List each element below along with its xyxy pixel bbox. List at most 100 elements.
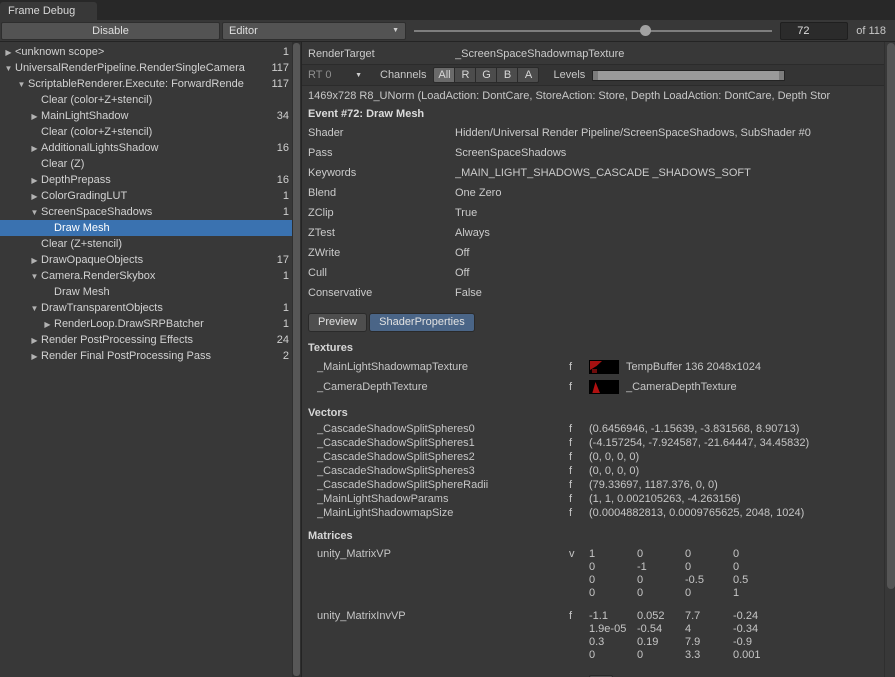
vector-row: _CascadeShadowSplitSpheres2 f (0, 0, 0, … xyxy=(302,450,895,464)
matrix-cell: 7.7 xyxy=(685,610,733,623)
chevron-down-icon[interactable]: ▼ xyxy=(28,208,41,217)
matrix-cell: 0 xyxy=(589,561,637,574)
render-target-label: RenderTarget xyxy=(308,48,455,60)
property-row: Keywords _MAIN_LIGHT_SHADOWS_CASCADE _SH… xyxy=(302,163,895,183)
tree-row[interactable]: ▶ DrawOpaqueObjects 17 xyxy=(0,252,301,268)
matrix-cell: -0.9 xyxy=(733,636,781,649)
chevron-down-icon[interactable]: ▼ xyxy=(15,80,28,89)
tree-row[interactable]: ▼ UniversalRenderPipeline.RenderSingleCa… xyxy=(0,60,301,76)
chevron-down-icon[interactable]: ▼ xyxy=(28,304,41,313)
channels-label: Channels xyxy=(380,69,426,81)
tree-item-count: 24 xyxy=(277,334,289,346)
property-row: ZWrite Off xyxy=(302,243,895,263)
tree-row[interactable]: Clear (color+Z+stencil) xyxy=(0,124,301,140)
tree-row[interactable]: Clear (Z+stencil) xyxy=(0,236,301,252)
tab-shader-properties[interactable]: ShaderProperties xyxy=(369,313,475,332)
matrix-name: unity_MatrixInvVP xyxy=(317,610,569,622)
channel-b-button[interactable]: B xyxy=(496,67,518,83)
chevron-down-icon[interactable]: ▼ xyxy=(2,64,15,73)
tree-scrollbar-thumb[interactable] xyxy=(293,43,300,676)
details-scrollbar[interactable] xyxy=(884,42,895,677)
tree-row[interactable]: ▶ MainLightShadow 34 xyxy=(0,108,301,124)
vector-flag: f xyxy=(569,465,589,477)
property-label: Blend xyxy=(308,187,455,199)
tree-row[interactable]: Draw Mesh xyxy=(0,284,301,300)
vector-row: _CascadeShadowSplitSpheres1 f (-4.157254… xyxy=(302,436,895,450)
property-value: False xyxy=(455,287,881,299)
property-value: Off xyxy=(455,267,881,279)
matrix-cell: 0.3 xyxy=(589,636,637,649)
tree-item-count: 34 xyxy=(277,110,289,122)
property-label: Cull xyxy=(308,267,455,279)
texture-name: _CameraDepthTexture xyxy=(317,381,569,393)
tree-scrollbar[interactable] xyxy=(292,42,301,677)
chevron-right-icon[interactable]: ▶ xyxy=(28,256,41,265)
frame-slider[interactable] xyxy=(414,22,772,40)
tree-item-label: ScriptableRenderer.Execute: ForwardRende xyxy=(28,78,271,90)
chevron-right-icon[interactable]: ▶ xyxy=(41,320,54,329)
channel-all-button[interactable]: All xyxy=(433,67,455,83)
disable-button[interactable]: Disable xyxy=(1,22,220,40)
tree-row-selected[interactable]: Draw Mesh xyxy=(0,220,301,236)
vector-value: (0.6456946, -1.15639, -3.831568, 8.90713… xyxy=(589,423,799,435)
levels-label: Levels xyxy=(553,69,585,81)
tree-row[interactable]: ▶ AdditionalLightsShadow 16 xyxy=(0,140,301,156)
tree-row[interactable]: ▶ DepthPrepass 16 xyxy=(0,172,301,188)
window-tab-frame-debug[interactable]: Frame Debug xyxy=(0,2,97,20)
chevron-down-icon[interactable]: ▼ xyxy=(28,272,41,281)
tree-item-label: DrawTransparentObjects xyxy=(41,302,283,314)
slider-handle[interactable] xyxy=(640,25,651,36)
tab-preview[interactable]: Preview xyxy=(308,313,367,332)
tree-row[interactable]: ▶ ColorGradingLUT 1 xyxy=(0,188,301,204)
texture-flag: f xyxy=(569,361,589,373)
render-target-row: RenderTarget _ScreenSpaceShadowmapTextur… xyxy=(302,44,895,64)
chevron-right-icon[interactable]: ▶ xyxy=(28,144,41,153)
vector-name: _CascadeShadowSplitSphereRadii xyxy=(317,479,569,491)
chevron-right-icon[interactable]: ▶ xyxy=(28,352,41,361)
window-tab-bar: Frame Debug xyxy=(0,0,895,20)
slider-track xyxy=(414,30,772,32)
channel-g-button[interactable]: G xyxy=(475,67,497,83)
tree-row[interactable]: Clear (Z) xyxy=(0,156,301,172)
tree-row[interactable]: ▶ <unknown scope> 1 xyxy=(0,44,301,60)
channel-r-button[interactable]: R xyxy=(454,67,476,83)
texture-thumbnail[interactable] xyxy=(589,360,619,374)
tree-row[interactable]: ▶ Render Final PostProcessing Pass 2 xyxy=(0,348,301,364)
tree-row[interactable]: Clear (color+Z+stencil) xyxy=(0,92,301,108)
property-label: Pass xyxy=(308,147,455,159)
chevron-right-icon[interactable]: ▶ xyxy=(28,112,41,121)
tree-row[interactable]: ▶ Render PostProcessing Effects 24 xyxy=(0,332,301,348)
levels-slider[interactable] xyxy=(592,70,785,81)
frame-number-field[interactable] xyxy=(780,22,848,40)
vector-flag: f xyxy=(569,451,589,463)
target-dropdown[interactable]: Editor ▼ xyxy=(222,22,406,40)
vector-name: _CascadeShadowSplitSpheres0 xyxy=(317,423,569,435)
chevron-right-icon[interactable]: ▶ xyxy=(2,48,15,57)
matrix-cell: 0 xyxy=(685,561,733,574)
vector-flag: f xyxy=(569,479,589,491)
property-row: Conservative False xyxy=(302,283,895,303)
tree-row[interactable]: ▼ DrawTransparentObjects 1 xyxy=(0,300,301,316)
tree-row[interactable]: ▶ RenderLoop.DrawSRPBatcher 1 xyxy=(0,316,301,332)
channel-a-button[interactable]: A xyxy=(517,67,539,83)
texture-thumbnail[interactable] xyxy=(589,380,619,394)
tree-row[interactable]: ▼ ScreenSpaceShadows 1 xyxy=(0,204,301,220)
chevron-right-icon[interactable]: ▶ xyxy=(28,336,41,345)
details-scrollbar-thumb[interactable] xyxy=(887,43,895,589)
matrix-cell: 0 xyxy=(685,587,733,600)
vector-name: _CascadeShadowSplitSpheres2 xyxy=(317,451,569,463)
event-tree-panel: ▶ <unknown scope> 1 ▼ UniversalRenderPip… xyxy=(0,42,302,677)
tree-row[interactable]: ▼ ScriptableRenderer.Execute: ForwardRen… xyxy=(0,76,301,92)
tree-item-label: ColorGradingLUT xyxy=(41,190,283,202)
vector-name: _CascadeShadowSplitSpheres3 xyxy=(317,465,569,477)
frame-debugger-window: Frame Debug Disable Editor ▼ of 118 ▶ <u… xyxy=(0,0,895,677)
rt-dropdown[interactable]: RT 0 ▼ xyxy=(308,69,366,81)
chevron-right-icon[interactable]: ▶ xyxy=(28,192,41,201)
render-target-value: _ScreenSpaceShadowmapTexture xyxy=(455,48,881,60)
tree-row[interactable]: ▼ Camera.RenderSkybox 1 xyxy=(0,268,301,284)
matrix-cell: 4 xyxy=(685,623,733,636)
property-value: ScreenSpaceShadows xyxy=(455,147,881,159)
chevron-right-icon[interactable]: ▶ xyxy=(28,176,41,185)
vector-flag: f xyxy=(569,493,589,505)
texture-row: _MainLightShadowmapTexture f TempBuffer … xyxy=(302,357,895,377)
